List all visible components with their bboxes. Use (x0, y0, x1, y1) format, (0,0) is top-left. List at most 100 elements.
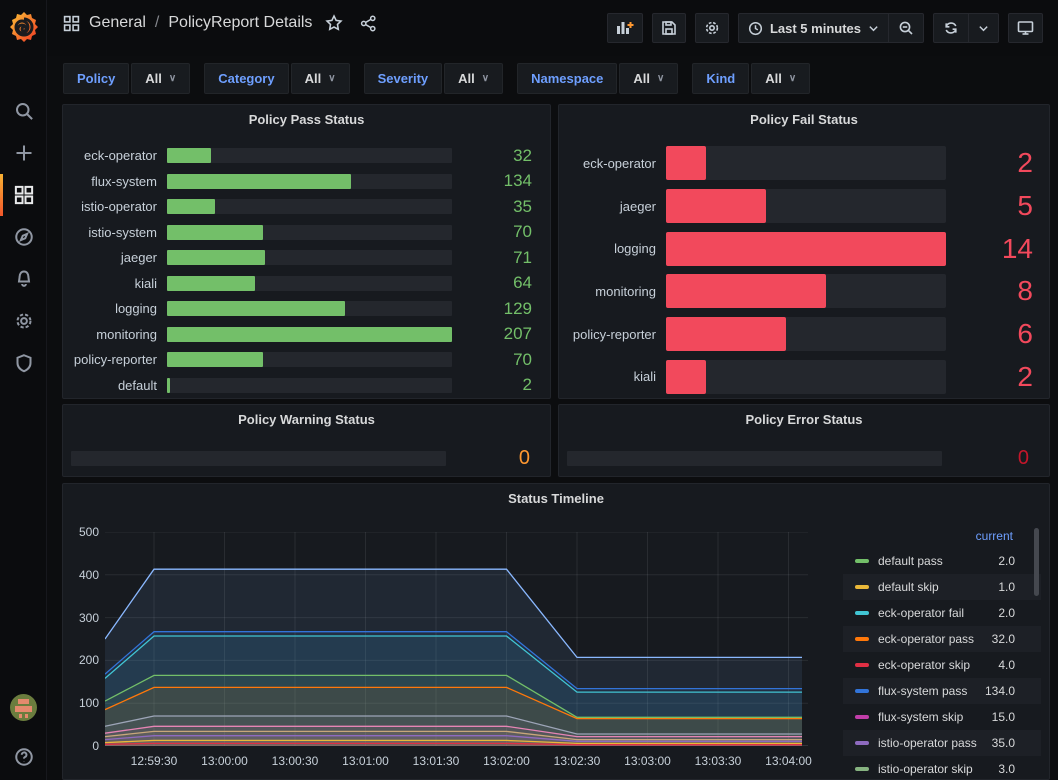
bar-label: kiali (71, 276, 167, 291)
filter-value-dropdown-policy[interactable]: All∨ (131, 63, 190, 94)
warning-bar-gauge: 0 (71, 447, 542, 470)
legend-item-eck-operator-pass[interactable]: eck-operator pass32.0 (843, 626, 1041, 652)
user-avatar[interactable] (10, 694, 37, 721)
grafana-logo[interactable] (7, 9, 41, 45)
time-range-label: Last 5 minutes (770, 21, 861, 36)
legend-item-eck-operator-skip[interactable]: eck-operator skip4.0 (843, 652, 1041, 678)
refresh-button[interactable] (934, 14, 968, 42)
star-icon[interactable] (325, 14, 343, 32)
legend-item-flux-system-skip[interactable]: flux-system skip15.0 (843, 704, 1041, 730)
bar-label: policy-reporter (71, 352, 167, 367)
share-icon[interactable] (360, 15, 377, 32)
chevron-down-icon: ∨ (482, 73, 489, 84)
y-tick-label: 400 (67, 568, 99, 582)
filter-value-dropdown-kind[interactable]: All∨ (751, 63, 810, 94)
pass-value: 2 (452, 375, 542, 395)
legend-series-name: eck-operator pass (878, 632, 992, 646)
legend-item-default-pass[interactable]: default pass2.0 (843, 548, 1041, 574)
x-tick-label: 13:04:00 (758, 754, 820, 768)
bar-row-istio-system: istio-system70 (71, 220, 542, 246)
refresh-controls (933, 13, 999, 43)
breadcrumb-section[interactable]: General (89, 14, 146, 32)
bar-label: eck-operator (71, 148, 167, 163)
panel-title[interactable]: Policy Pass Status (63, 105, 550, 127)
bar-track (167, 276, 452, 291)
filter-label-category[interactable]: Category (204, 63, 288, 94)
bar-fill (666, 274, 826, 308)
bar-track (666, 274, 946, 308)
bar-track (167, 301, 452, 316)
filter-severity: Severity All ∨ (364, 63, 504, 94)
chevron-down-icon (868, 23, 879, 34)
panel-title[interactable]: Status Timeline (63, 484, 1049, 506)
legend-item-flux-system-pass[interactable]: flux-system pass134.0 (843, 678, 1041, 704)
legend-item-eck-operator-fail[interactable]: eck-operator fail2.0 (843, 600, 1041, 626)
x-tick-label: 13:02:00 (476, 754, 538, 768)
kiosk-mode-button[interactable] (1008, 13, 1043, 43)
search-icon[interactable] (0, 90, 47, 132)
filter-value-dropdown-severity[interactable]: All ∨ (444, 63, 503, 94)
configuration-gear-icon[interactable] (0, 300, 47, 342)
bar-row-flux-system: flux-system134 (71, 169, 542, 195)
legend-scrollbar[interactable] (1034, 528, 1039, 596)
bar-label: monitoring (71, 327, 167, 342)
chevron-down-icon (978, 23, 989, 34)
bar-fill (167, 327, 452, 342)
filter-selected-value: All (458, 71, 475, 86)
save-dashboard-button[interactable] (652, 13, 686, 43)
panel-title[interactable]: Policy Error Status (559, 405, 1049, 427)
legend-series-swatch (855, 715, 869, 719)
bar-row-policy-reporter: policy-reporter70 (71, 347, 542, 373)
sidebar (0, 0, 47, 780)
pass-value: 32 (452, 146, 542, 166)
fail-value: 14 (946, 233, 1041, 265)
legend-item-default-skip[interactable]: default skip1.0 (843, 574, 1041, 600)
help-icon[interactable] (0, 736, 47, 778)
bar-row-jaeger: jaeger71 (71, 245, 542, 271)
legend-item-istio-operator-pass[interactable]: istio-operator pass35.0 (843, 730, 1041, 756)
bar-label: kiali (567, 369, 666, 384)
bar-fill (666, 360, 706, 394)
legend-series-name: default pass (878, 554, 998, 568)
zoom-out-button[interactable] (888, 14, 923, 42)
chevron-down-icon: ∨ (169, 73, 176, 84)
dashboards-icon[interactable] (0, 174, 47, 216)
legend-series-current-value: 15.0 (992, 710, 1035, 724)
bar-fill (167, 148, 211, 163)
bar-label: logging (567, 241, 666, 256)
server-admin-shield-icon[interactable] (0, 342, 47, 384)
add-panel-button[interactable] (607, 13, 643, 43)
filter-label-policy[interactable]: Policy (63, 63, 129, 94)
filter-value-dropdown-namespace[interactable]: All∨ (619, 63, 678, 94)
filter-label-kind[interactable]: Kind (692, 63, 749, 94)
bar-track (167, 250, 452, 265)
timeline-chart-svg (105, 532, 808, 746)
timeline-plot-area[interactable] (105, 532, 808, 746)
bar-label: eck-operator (567, 156, 666, 171)
explore-compass-icon[interactable] (0, 216, 47, 258)
panel-policy-fail-status: Policy Fail Status eck-operator2jaeger5l… (558, 104, 1050, 399)
error-bar-gauge: 0 (567, 447, 1041, 470)
dashboard-settings-button[interactable] (695, 13, 729, 43)
legend-item-istio-operator-skip[interactable]: istio-operator skip3.0 (843, 756, 1041, 780)
panel-title[interactable]: Policy Fail Status (559, 105, 1049, 127)
alerting-bell-icon[interactable] (0, 258, 47, 300)
bar-fill (666, 232, 946, 266)
filter-label-severity[interactable]: Severity (364, 63, 443, 94)
gauge-track (567, 451, 942, 466)
panel-title[interactable]: Policy Warning Status (63, 405, 550, 427)
create-plus-icon[interactable] (0, 132, 47, 174)
filter-label-namespace[interactable]: Namespace (517, 63, 617, 94)
breadcrumb: General / PolicyReport Details (63, 14, 377, 32)
fail-value: 5 (946, 190, 1041, 222)
bar-label: policy-reporter (567, 327, 666, 342)
y-tick-label: 100 (67, 696, 99, 710)
refresh-interval-dropdown[interactable] (968, 14, 998, 42)
filter-value-dropdown-category[interactable]: All∨ (291, 63, 350, 94)
y-tick-label: 0 (67, 739, 99, 753)
bar-track (167, 199, 452, 214)
time-range-picker[interactable]: Last 5 minutes (739, 14, 888, 42)
legend-header-current[interactable]: current (843, 524, 1041, 548)
legend-series-swatch (855, 663, 869, 667)
x-tick-label: 13:00:00 (194, 754, 256, 768)
